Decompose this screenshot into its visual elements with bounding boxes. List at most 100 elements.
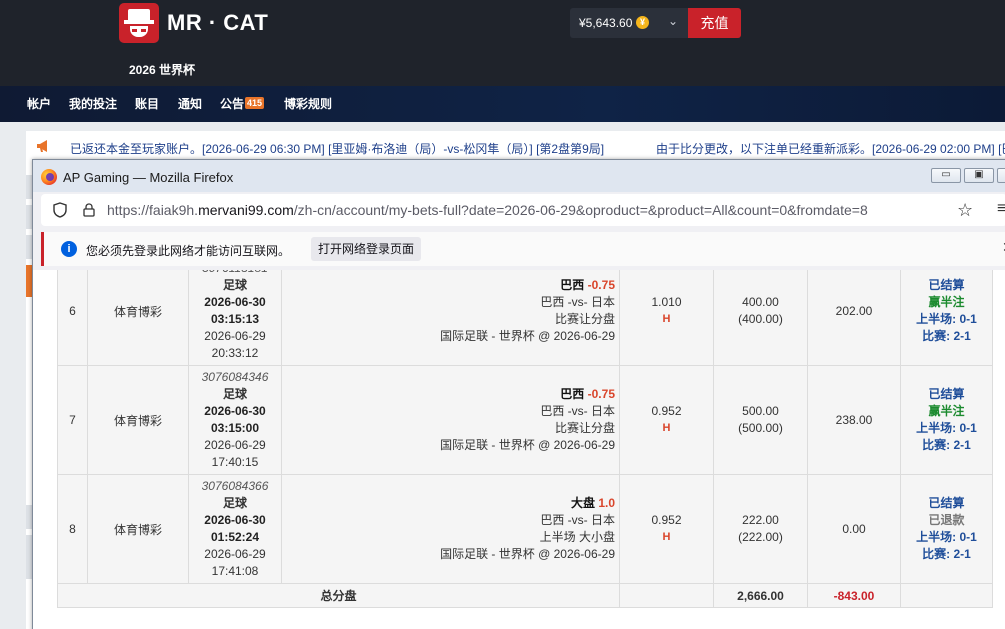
settle-date: 2026-06-30 <box>204 295 266 309</box>
captive-portal-notice: i 您必须先登录此网络才能访问互联网。 打开网络登录页面 ✕ <box>41 232 1005 266</box>
full-time-score: 比赛: 2-1 <box>922 547 971 561</box>
announcement-item[interactable]: 已返还本金至玩家账户。[2026-06-29 06:30 PM] [里亚姆·布洛… <box>70 140 604 157</box>
site-header: MR · CAT 2026 世界杯 ¥5,643.60 ¥ ⌄ 充值 <box>0 0 1005 86</box>
bet-line: -0.75 <box>587 278 615 292</box>
nav-my-bets[interactable]: 我的投注 <box>69 95 117 112</box>
bet-id: 3076115181 <box>189 270 281 277</box>
page-content: 6体育博彩3076115181足球2026-06-3003:15:132026-… <box>33 270 1005 629</box>
bet-selection-cell: 大盘 1.0 巴西 -vs- 日本 上半场 大小盘 国际足联 - 世界杯 @ 2026… <box>281 474 620 584</box>
bet-result: 赢半注 <box>928 295 965 309</box>
bet-match: 巴西 -vs- 日本 <box>540 295 615 309</box>
bet-pick: 巴西 <box>560 278 585 292</box>
bet-win: 238.00 <box>807 365 901 475</box>
open-login-page-button[interactable]: 打开网络登录页面 <box>311 237 421 261</box>
totals-label: 总分盘 <box>57 583 620 608</box>
bet-stake: 222.00 <box>742 513 779 527</box>
announcement-count-badge: 415 <box>245 97 265 109</box>
bet-row: 8 体育博彩 3076084366 足球 2026-06-30 01:52:24 2026-… <box>57 474 993 584</box>
bookmark-star-icon[interactable]: ☆ <box>957 200 973 221</box>
bet-status: 已结算 <box>928 496 965 510</box>
menu-icon[interactable]: ≡ <box>997 200 1005 218</box>
bet-line: 1.0 <box>598 496 615 510</box>
mr-cat-logo-icon[interactable] <box>119 3 159 43</box>
nav-account[interactable]: 帐户 <box>27 95 51 112</box>
bet-odds: 0.952 <box>651 404 682 418</box>
bet-status: 已结算 <box>928 387 965 401</box>
bet-sport: 足球 <box>222 278 247 292</box>
minimize-button[interactable]: ▭ <box>931 168 961 183</box>
place-time: 17:40:15 <box>211 455 259 469</box>
url-text[interactable]: https://faiak9h.mervani99.com/zh-cn/acco… <box>107 202 868 218</box>
bet-stake-cell: 400.00 (400.00) <box>713 270 808 366</box>
nav-statement[interactable]: 账目 <box>135 95 159 112</box>
balance-dropdown[interactable]: ¥5,643.60 ¥ ⌄ <box>570 8 688 38</box>
bet-status-cell: 已结算 赢半注 上半场: 0-1 比赛: 2-1 <box>900 365 993 475</box>
settle-time: 03:15:00 <box>210 421 260 435</box>
firefox-logo-icon <box>41 169 57 185</box>
chevron-down-icon: ⌄ <box>668 14 679 28</box>
bet-market: 上半场 大小盘 <box>539 530 615 544</box>
window-title: AP Gaming — Mozilla Firefox <box>63 170 234 185</box>
bet-stake-sub: (500.00) <box>738 421 783 435</box>
address-bar[interactable]: https://faiak9h.mervani99.com/zh-cn/acco… <box>41 194 1005 226</box>
maximize-icon: ▣ <box>974 169 984 180</box>
bet-side: H <box>662 422 671 434</box>
bet-stake-cell: 222.00 (222.00) <box>713 474 808 584</box>
bet-odds: 1.010 <box>651 295 682 309</box>
bet-odds-cell: 1.010 H <box>619 270 714 366</box>
bet-side: H <box>662 531 671 543</box>
bet-status: 已结算 <box>928 278 965 292</box>
bet-league: 国际足联 - 世界杯 @ 2026-06-29 <box>440 438 615 452</box>
bet-row: 7 体育博彩 3076084346 足球 2026-06-30 03:15:00 2026-… <box>57 365 993 475</box>
totals-row: 总分盘 2,666.00 -843.00 <box>57 583 993 608</box>
bet-result: 赢半注 <box>928 404 965 418</box>
bet-info-cell: 3076084366 足球 2026-06-30 01:52:24 2026-06-29… <box>188 474 282 584</box>
deposit-button[interactable]: 充值 <box>688 8 741 38</box>
bet-league: 国际足联 - 世界杯 @ 2026-06-29 <box>440 547 615 561</box>
lock-icon[interactable] <box>83 203 95 217</box>
full-time-score: 比赛: 2-1 <box>922 438 971 452</box>
settle-date: 2026-06-30 <box>204 513 266 527</box>
close-window-button[interactable]: ✕ <box>997 168 1005 183</box>
notice-text: 您必须先登录此网络才能访问互联网。 <box>86 244 291 258</box>
close-icon: ✕ <box>998 169 1005 180</box>
bet-status-cell: 已结算 赢半注 上半场: 0-1 比赛: 2-1 <box>900 270 993 366</box>
bets-table: 6体育博彩3076115181足球2026-06-3003:15:132026-… <box>57 270 993 608</box>
bet-id: 3076084366 <box>201 479 269 493</box>
bet-pick: 大盘 <box>570 496 595 510</box>
nav-notifications[interactable]: 通知 <box>178 95 202 112</box>
totals-status-cell <box>900 583 993 608</box>
bet-stake: 500.00 <box>742 404 779 418</box>
totals-win: -843.00 <box>807 583 901 608</box>
bet-side: H <box>662 313 671 325</box>
balance-amount: ¥5,643.60 <box>579 16 633 30</box>
half-time-score: 上半场: 0-1 <box>916 530 977 544</box>
info-icon: i <box>61 241 77 257</box>
firefox-window: AP Gaming — Mozilla Firefox ▭ ▣ ✕ https:… <box>32 159 1005 629</box>
brand-name[interactable]: MR · CAT <box>167 10 268 36</box>
announcement-item[interactable]: 由于比分更改，以下注单已经重新派彩。[2026-06-29 02:00 PM] … <box>656 140 1005 157</box>
bet-match: 巴西 -vs- 日本 <box>540 404 615 418</box>
shield-icon[interactable] <box>53 202 67 218</box>
totals-stake: 2,666.00 <box>713 583 808 608</box>
nav-announcements[interactable]: 公告 415 <box>220 95 265 112</box>
place-time: 20:33:12 <box>211 346 259 360</box>
bet-row: 6体育博彩3076115181足球 2026-06-30 03:15:13 2026-… <box>57 270 993 366</box>
bet-odds: 0.952 <box>651 513 682 527</box>
settle-time: 01:52:24 <box>210 530 260 544</box>
bet-stake: 400.00 <box>742 295 779 309</box>
bet-stake-sub: (400.00) <box>738 312 783 326</box>
window-titlebar[interactable]: AP Gaming — Mozilla Firefox ▭ ▣ ✕ <box>33 160 1005 192</box>
bet-index: 7 <box>57 365 88 475</box>
nav-betting-rules[interactable]: 博彩规则 <box>284 95 332 112</box>
full-time-score: 比赛: 2-1 <box>922 329 971 343</box>
bet-odds-cell: 0.952 H <box>619 365 714 475</box>
announcement-ticker[interactable]: 已返还本金至玩家账户。[2026-06-29 06:30 PM] [里亚姆·布洛… <box>26 131 1005 161</box>
bet-info-cell: 3076115181足球 2026-06-30 03:15:13 2026-06-29… <box>188 270 282 366</box>
bet-stake-sub: (222.00) <box>738 530 783 544</box>
bet-sport: 足球 <box>222 387 247 401</box>
bet-pick: 巴西 <box>560 387 585 401</box>
bet-market: 比赛让分盘 <box>554 312 615 326</box>
maximize-button[interactable]: ▣ <box>964 168 994 183</box>
bet-sport: 足球 <box>222 496 247 510</box>
